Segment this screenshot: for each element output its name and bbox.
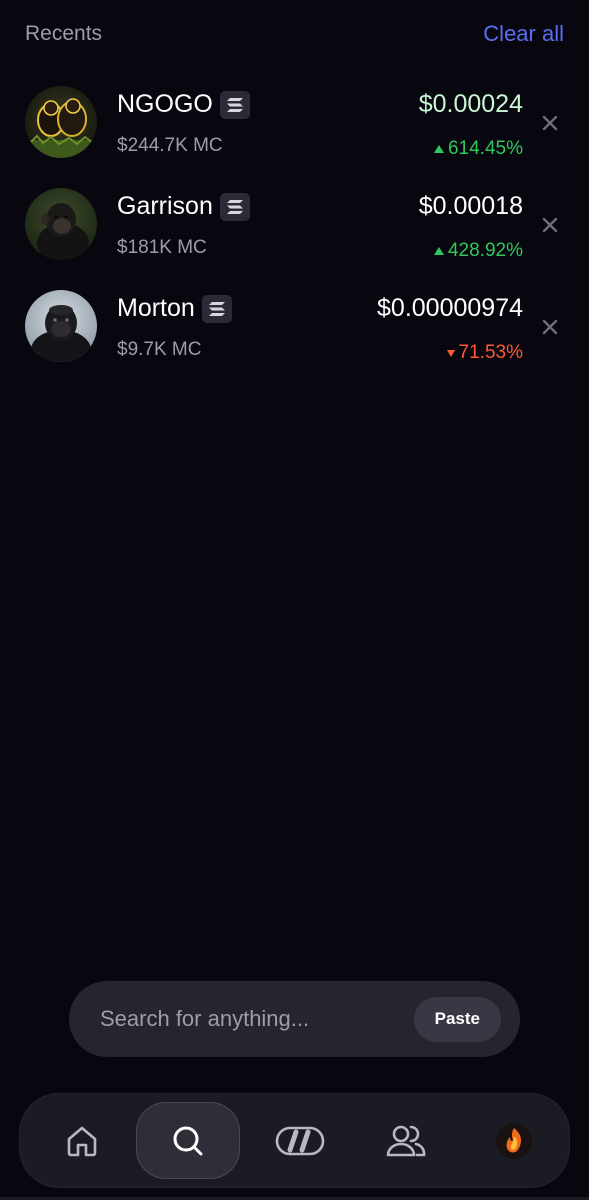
close-icon[interactable] [538,111,562,135]
token-avatar [25,290,97,362]
market-cap: $9.7K MC [117,339,202,360]
bottom-nav [19,1093,570,1188]
solana-icon [219,90,250,119]
token-price: $0.00018 [418,192,523,220]
nav-people[interactable] [370,1094,442,1187]
price-change: 71.53% [446,342,523,364]
recents-header: Recents Clear all [25,18,564,50]
paste-button[interactable]: Paste [413,996,501,1042]
home-icon [67,1126,97,1156]
token-name-label: NGOGO [117,90,213,118]
token-avatar [25,86,97,158]
nav-profile[interactable] [478,1094,550,1187]
token-name: Morton [117,294,232,323]
nav-home[interactable] [46,1094,118,1187]
token-name: NGOGO [117,90,250,119]
clear-all-button[interactable]: Clear all [483,21,564,47]
profile-avatar [496,1122,532,1159]
solana-icon [219,192,250,221]
nav-search[interactable] [136,1094,240,1187]
token-avatar [25,188,97,260]
arrow-up-icon [433,247,444,255]
nav-trade[interactable] [260,1094,340,1187]
list-item[interactable]: Garrison $181K MC $0.00018 428.92% [0,184,589,286]
token-name-label: Garrison [117,192,213,220]
price-change-value: 614.45% [447,138,523,159]
close-icon[interactable] [538,213,562,237]
people-icon [386,1125,426,1156]
trade-icon [275,1126,325,1155]
market-cap: $244.7K MC [117,135,223,156]
recents-list: NGOGO $244.7K MC $0.00024 614.45% Garris… [0,82,589,388]
token-name: Garrison [117,192,250,221]
token-price: $0.00000974 [377,294,523,322]
arrow-up-icon [433,145,444,153]
recents-title: Recents [25,22,103,45]
search-icon [173,1126,203,1155]
solana-icon [201,294,232,323]
list-item[interactable]: Morton $9.7K MC $0.00000974 71.53% [0,286,589,388]
price-change-value: 71.53% [458,342,523,363]
price-change: 614.45% [433,138,523,160]
list-item[interactable]: NGOGO $244.7K MC $0.00024 614.45% [0,82,589,184]
token-price: $0.00024 [418,90,523,118]
token-name-label: Morton [117,294,195,322]
price-change: 428.92% [433,240,523,262]
market-cap: $181K MC [117,237,207,258]
arrow-down-icon [446,349,455,357]
search-input[interactable] [100,1006,390,1032]
price-change-value: 428.92% [447,240,523,261]
close-icon[interactable] [538,315,562,339]
search-bar[interactable]: Paste [69,981,520,1057]
